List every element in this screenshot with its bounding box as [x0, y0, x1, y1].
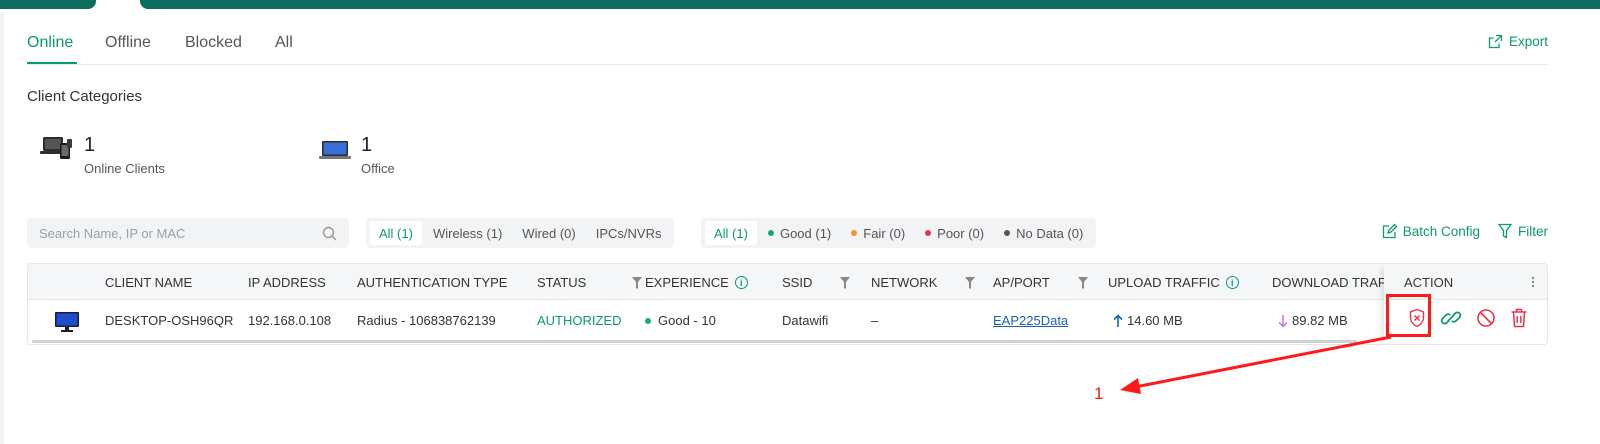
annotation-label: 1: [1094, 384, 1104, 403]
annotation-arrow: [1120, 335, 1392, 394]
